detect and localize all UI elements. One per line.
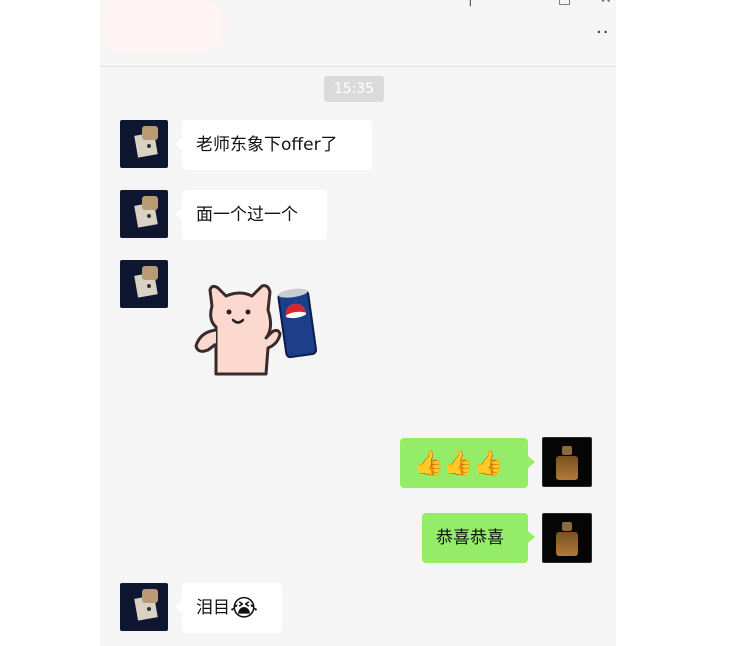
contact-name-blurred [106,4,218,46]
contact-avatar[interactable] [120,120,168,168]
thumbs-up-emoji: 👍👍👍 [414,449,504,477]
cat-with-pepsi-sticker[interactable] [186,272,322,378]
title-bar: | □ ✕ ·· [100,0,616,67]
contact-avatar[interactable] [120,583,168,631]
chat-window: | □ ✕ ·· 15:35 老师东象下offer了 面一个过一个 [100,0,616,646]
message-bubble-incoming[interactable]: 泪目😭 [175,583,282,633]
message-bubble-incoming[interactable]: 老师东象下offer了 [175,120,372,170]
message-text: 泪目 [196,598,230,618]
message-text: 老师东象下offer了 [196,135,338,155]
message-bubble-outgoing[interactable]: 恭喜恭喜 [422,513,535,563]
maximize-icon[interactable]: □ [558,0,571,6]
more-options-button[interactable]: ·· [596,24,609,42]
message-bubble-outgoing[interactable]: 👍👍👍 [400,438,535,488]
minimize-icon[interactable]: | [468,0,473,6]
crying-face-emoji: 😭 [230,594,259,622]
contact-avatar[interactable] [120,260,168,308]
message-bubble-incoming[interactable]: 面一个过一个 [175,190,327,240]
message-text: 恭喜恭喜 [436,528,504,548]
my-avatar[interactable] [542,437,592,487]
my-avatar[interactable] [542,513,592,563]
contact-avatar[interactable] [120,190,168,238]
message-text: 面一个过一个 [196,205,298,225]
message-timestamp: 15:35 [324,76,384,102]
close-icon[interactable]: ✕ [600,0,612,6]
